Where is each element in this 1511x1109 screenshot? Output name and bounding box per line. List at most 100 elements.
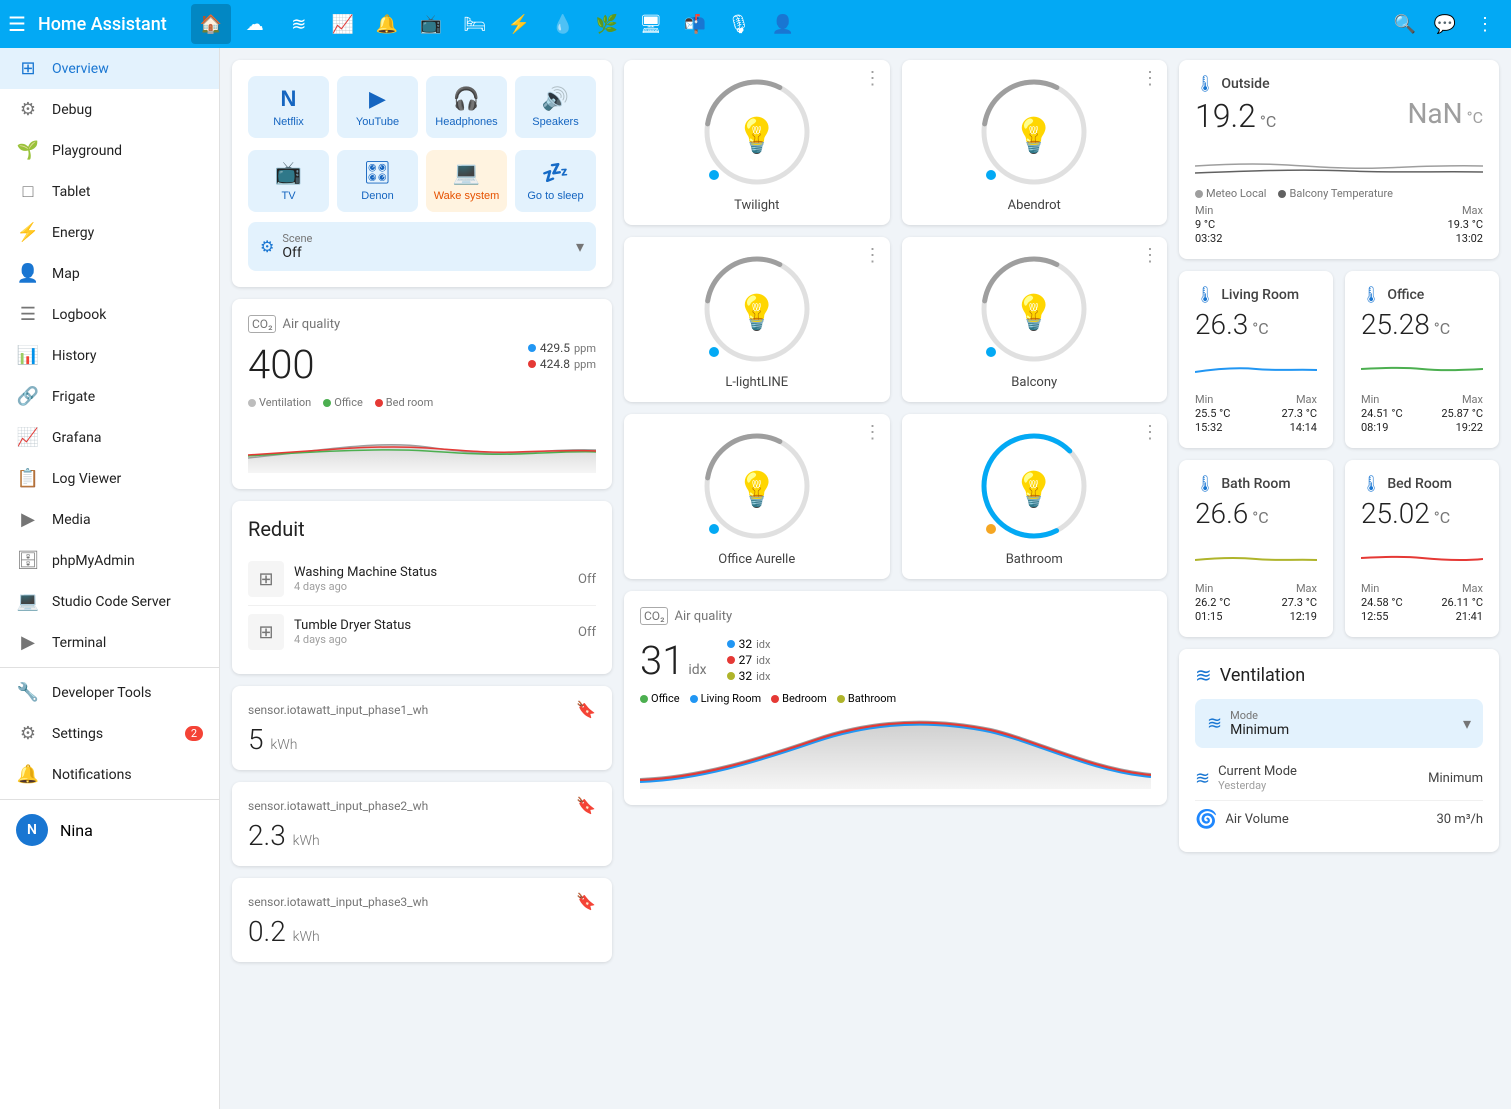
light-menu-twilight[interactable]: ⋮ [864,68,882,89]
aq-legend-office: Office [323,396,363,409]
sensor-val-3: 0.2 [248,915,286,948]
light-card-office-aurelle[interactable]: ⋮ 💡 Office Aurelle [624,414,890,579]
light-card-twilight[interactable]: ⋮ 💡 Twilight [624,60,890,225]
sidebar-item-history[interactable]: 📊 History [0,335,219,376]
br-min: Min 26.2 °C 01:15 [1195,582,1230,623]
sidebar-item-logbook[interactable]: ☰ Logbook [0,294,219,335]
netflix-button[interactable]: N Netflix [248,76,329,138]
nav-leaf[interactable]: 🌿 [587,4,627,44]
light-dial-llightline: 💡 [697,249,817,369]
light-card-balcony[interactable]: ⋮ 💡 Balcony [902,237,1168,402]
light-name-abendrot: Abendrot [1008,198,1061,213]
light-menu-office-aurelle[interactable]: ⋮ [864,422,882,443]
sidebar-item-frigate[interactable]: 🔗 Frigate [0,376,219,417]
sleep-label: Go to sleep [527,190,583,202]
sidebar-item-media[interactable]: ▶ Media [0,499,219,540]
map-icon: 👤 [16,263,40,284]
sidebar-item-energy[interactable]: ⚡ Energy [0,212,219,253]
wake-button[interactable]: 💻 Wake system [426,150,507,212]
vent-mode-value: Minimum [1230,722,1455,738]
vent-air-volume-value: 30 m³/h [1436,812,1483,827]
light-menu-llightline[interactable]: ⋮ [864,245,882,266]
svg-text:💡: 💡 [736,293,778,333]
nav-home[interactable]: 🏠 [191,4,231,44]
sidebar-item-notifications[interactable]: 🔔 Notifications [0,754,219,795]
bath-room-val: 26.6 [1195,497,1248,530]
light-card-abendrot[interactable]: ⋮ 💡 Abendrot [902,60,1168,225]
sensor-label-3: sensor.iotawatt_input_phase3_wh [248,895,428,909]
user-name: Nina [60,821,93,840]
overview-icon: ⊞ [16,58,40,79]
light-card-bathroom[interactable]: ⋮ 💡 Bathroom [902,414,1168,579]
aq-val-1: 429.5 [540,341,570,355]
sleep-button[interactable]: 💤 Go to sleep [515,150,596,212]
sidebar-item-tablet[interactable]: □ Tablet [0,171,219,212]
sidebar-item-phpmyadmin[interactable]: 🗄 phpMyAdmin [0,540,219,581]
nav-bed[interactable]: 🛏 [455,4,495,44]
sidebar-user[interactable]: N Nina [0,804,219,856]
vent-mode-icon: ≋ [1207,713,1222,734]
co2-icon: CO₂ [248,315,276,333]
more-icon[interactable]: ⋮ [1467,6,1503,42]
nav-user[interactable]: 👤 [763,4,803,44]
meteo-legend-label: Meteo Local [1206,187,1266,200]
tv-button[interactable]: 📺 TV [248,150,329,212]
sensor-unit-2: kWh [293,833,320,849]
dryer-status: Off [578,625,596,640]
light-card-llightline[interactable]: ⋮ 💡 L-lightLINE [624,237,890,402]
sidebar-item-playground[interactable]: 🌱 Playground [0,130,219,171]
denon-icon: 🎛 [364,160,392,186]
svg-text:💡: 💡 [736,116,778,156]
search-icon[interactable]: 🔍 [1387,6,1423,42]
outside-temp-main: 19.2 °C NaN °C [1195,97,1483,135]
aq-legend-mid-bedroom-label: Bedroom [782,692,827,705]
outside-min-time: 03:32 [1195,232,1222,245]
nav-mic[interactable]: 🎙 [719,4,759,44]
light-menu-bathroom[interactable]: ⋮ [1141,422,1159,443]
bdr-min-val: 24.58 °C [1361,596,1403,609]
chat-icon[interactable]: 💬 [1427,6,1463,42]
menu-icon[interactable]: ☰ [8,12,26,36]
nav-mail[interactable]: 📬 [675,4,715,44]
nav-tv[interactable]: 📺 [411,4,451,44]
wake-icon: 💻 [453,160,480,186]
aq-mid-val-1: 32 [739,637,753,651]
nav-bell[interactable]: 🔔 [367,4,407,44]
sidebar-item-terminal[interactable]: ▶ Terminal [0,622,219,663]
notifications-icon: 🔔 [16,764,40,785]
nav-drop[interactable]: 💧 [543,4,583,44]
nav-chart[interactable]: 📈 [323,4,363,44]
youtube-button[interactable]: ▶ YouTube [337,76,418,138]
sidebar-item-map[interactable]: 👤 Map [0,253,219,294]
sensor-unit-1: kWh [270,737,297,753]
light-menu-abendrot[interactable]: ⋮ [1141,68,1159,89]
headphones-icon: 🎧 [453,86,480,112]
vent-mode-row[interactable]: ≋ Mode Minimum ▾ [1195,699,1483,748]
nav-energy[interactable]: ⚡ [499,4,539,44]
nav-climate[interactable]: ☁ [235,4,275,44]
sensor-card-1: sensor.iotawatt_input_phase1_wh 🔖 5 kWh [232,686,612,770]
of-max-time: 19:22 [1441,421,1483,434]
sidebar-item-studio-code[interactable]: 💻 Studio Code Server [0,581,219,622]
aq-legend-bed: Bed room [375,396,433,409]
light-menu-balcony[interactable]: ⋮ [1141,245,1159,266]
office-temp-val: 25.28 [1361,308,1430,341]
sidebar-item-overview[interactable]: ⊞ Overview [0,48,219,89]
aq-mid-main-val: 31 [640,637,684,684]
sidebar-item-logviewer[interactable]: 📋 Log Viewer [0,458,219,499]
nav-monitor[interactable]: 🖥 [631,4,671,44]
aq-legend-office-dot [323,399,331,407]
outside-temp-legend: Meteo Local Balcony Temperature [1195,187,1483,200]
headphones-button[interactable]: 🎧 Headphones [426,76,507,138]
denon-button[interactable]: 🎛 Denon [337,150,418,212]
user-avatar: N [16,814,48,846]
sidebar-item-grafana[interactable]: 📈 Grafana [0,417,219,458]
scene-selector[interactable]: ⚙ Scene Off ▾ [248,222,596,271]
sidebar-item-settings[interactable]: ⚙ Settings 2 [0,713,219,754]
sidebar-item-debug[interactable]: ⚙ Debug [0,89,219,130]
speakers-button[interactable]: 🔊 Speakers [515,76,596,138]
bed-room-label: Bed Room [1387,476,1452,492]
nav-lines[interactable]: ≋ [279,4,319,44]
aq-legend-mid-bedroom: Bedroom [771,692,827,705]
sidebar-item-devtools[interactable]: 🔧 Developer Tools [0,672,219,713]
